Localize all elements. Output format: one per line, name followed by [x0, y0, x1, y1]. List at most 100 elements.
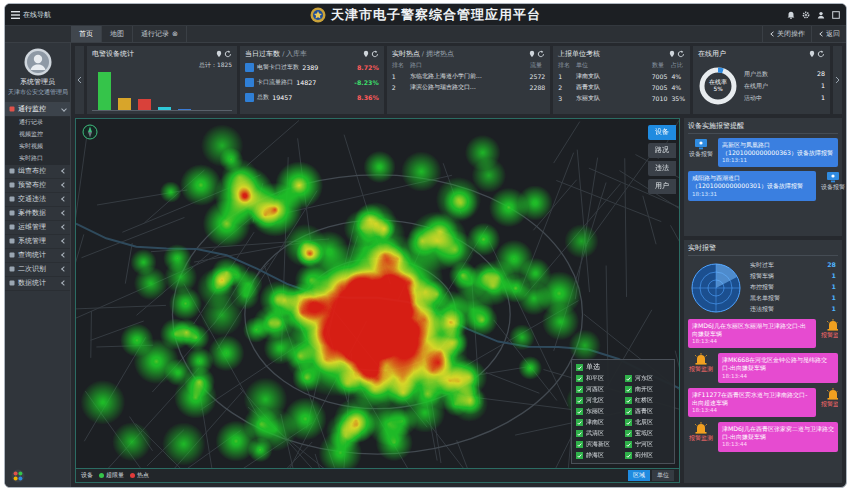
sidebar-item[interactable]: 案件数据	[5, 207, 70, 221]
district-option[interactable]: 静海区	[576, 451, 621, 460]
district-label[interactable]: 河北区	[586, 396, 604, 405]
sidebar-item-label[interactable]: 缉查布控	[18, 167, 59, 176]
district-option[interactable]: 宝坻区	[625, 429, 670, 438]
checkbox[interactable]	[625, 441, 632, 448]
checkbox[interactable]	[576, 364, 583, 371]
alert-text[interactable]: 咸阳路与西湖道口（1201000000000301）设备故障报警	[692, 174, 812, 190]
sidebar-subitem-label[interactable]: 实时视频	[19, 142, 43, 151]
sidebar-subitem-label[interactable]: 通行记录	[19, 118, 43, 127]
district-label[interactable]: 宁河区	[635, 440, 653, 449]
alarm-text[interactable]: 津F11277在西青区宾水道与卫津南路交口-出向超速车辆	[692, 391, 812, 407]
district-label[interactable]: 津南区	[586, 418, 604, 427]
sidebar-item-label[interactable]: 二次识别	[18, 265, 59, 274]
pin-icon[interactable]	[669, 50, 675, 58]
district-label[interactable]: 东丽区	[586, 407, 604, 416]
sidebar-item[interactable]: 预警布控	[5, 179, 70, 193]
district-option[interactable]: 河西区	[576, 385, 621, 394]
tab[interactable]: 地图	[102, 26, 133, 42]
checkbox[interactable]	[625, 375, 632, 382]
tab-action[interactable]: 返回	[811, 26, 846, 42]
tab[interactable]: 首页	[71, 26, 102, 42]
district-option[interactable]: 南开区	[625, 385, 670, 394]
sidebar-item[interactable]: 通行监控	[5, 103, 70, 117]
sidebar-item[interactable]: 查询统计	[5, 249, 70, 263]
tab-action-label[interactable]: 返回	[826, 30, 840, 39]
alarm-bubble[interactable]: 津MD6J几在西青区张家窝二道与卫津路交口-出向嫌疑车辆18:13:44	[718, 422, 838, 451]
district-option[interactable]: 北辰区	[625, 418, 670, 427]
alarm-text[interactable]: 津MD6J几在西青区张家窝二道与卫津路交口-出向嫌疑车辆	[722, 425, 834, 441]
alarm-bubble[interactable]: 津MD6J几在东丽区东丽湖与卫津路交口-出向嫌疑车辆18:13:44	[688, 319, 816, 348]
next-arrow-icon[interactable]	[835, 76, 840, 84]
district-option[interactable]: 津南区	[576, 418, 621, 427]
district-label[interactable]: 滨海新区	[586, 440, 610, 449]
sidebar-item[interactable]: 二次识别	[5, 263, 70, 277]
alert-bubble[interactable]: 高新区与凤凰路口（1201000000000363）设备故障报警18:13:11	[718, 138, 838, 167]
district-option[interactable]: 滨海新区	[576, 440, 621, 449]
district-option[interactable]: 东丽区	[576, 407, 621, 416]
district-option[interactable]: 宁河区	[625, 440, 670, 449]
district-label[interactable]: 西青区	[635, 407, 653, 416]
pin-icon[interactable]	[809, 50, 815, 58]
sidebar-item[interactable]: 系统管理	[5, 235, 70, 249]
district-label[interactable]: 宝坻区	[635, 429, 653, 438]
alarm-text[interactable]: 津MK668在河北区金钟公路与昆纬路交口-出向嫌疑车辆	[722, 356, 834, 372]
checkbox[interactable]	[625, 430, 632, 437]
next-arrow[interactable]	[833, 46, 842, 114]
sidebar-item-label[interactable]: 数据统计	[18, 279, 59, 288]
map-layer-button[interactable]: 违法	[648, 161, 676, 176]
district-label[interactable]: 河西区	[586, 385, 604, 394]
district-option[interactable]: 和平区	[576, 374, 621, 383]
district-label[interactable]: 和平区	[586, 374, 604, 383]
sidebar-item-label[interactable]: 交通违法	[18, 195, 59, 204]
checkbox[interactable]	[576, 430, 583, 437]
district-label[interactable]: 河东区	[635, 374, 653, 383]
alert-text[interactable]: 高新区与凤凰路口（1201000000000363）设备故障报警	[722, 141, 834, 157]
tab-label[interactable]: 地图	[110, 29, 124, 39]
map-layer-button[interactable]: 设备	[648, 125, 676, 140]
sidebar-item-label[interactable]: 运维管理	[18, 223, 59, 232]
map-layer-button[interactable]: 路况	[648, 143, 676, 158]
sidebar-item[interactable]: 数据统计	[5, 277, 70, 291]
district-option[interactable]: 武清区	[576, 429, 621, 438]
alarm-text[interactable]: 津MD6J几在东丽区东丽湖与卫津路交口-出向嫌疑车辆	[692, 322, 812, 338]
tab[interactable]: 通行记录⊗	[133, 26, 187, 42]
nav-label[interactable]: 在线导航	[23, 10, 51, 20]
map-footer-tab[interactable]: 区域	[628, 470, 650, 481]
sidebar-subitem[interactable]: 视频监控	[5, 129, 70, 141]
window-icon[interactable]	[832, 11, 840, 19]
district-option[interactable]: 蓟州区	[625, 451, 670, 460]
district-filter-title[interactable]: 单选	[586, 363, 600, 372]
checkbox[interactable]	[625, 452, 632, 459]
refresh-icon[interactable]	[817, 50, 825, 58]
sidebar-subitem-label[interactable]: 视频监控	[19, 130, 43, 139]
district-option[interactable]: 河东区	[625, 374, 670, 383]
refresh-icon[interactable]	[677, 50, 685, 58]
sidebar-item-label[interactable]: 预警布控	[18, 181, 59, 190]
district-option[interactable]: 红桥区	[625, 396, 670, 405]
checkbox[interactable]	[576, 441, 583, 448]
sidebar-item[interactable]: 运维管理	[5, 221, 70, 235]
prev-arrow-icon[interactable]	[77, 76, 82, 84]
sidebar-item-label[interactable]: 通行监控	[18, 105, 59, 114]
tab-close[interactable]: ⊗	[172, 30, 178, 38]
checkbox[interactable]	[625, 386, 632, 393]
map-layer-button[interactable]: 用户	[648, 179, 676, 194]
tab-label[interactable]: 首页	[79, 29, 93, 39]
district-label[interactable]: 南开区	[635, 385, 653, 394]
user-icon[interactable]	[817, 11, 825, 19]
checkbox[interactable]	[625, 419, 632, 426]
district-label[interactable]: 北辰区	[635, 418, 653, 427]
checkbox[interactable]	[576, 408, 583, 415]
alarm-bubble[interactable]: 津F11277在西青区宾水道与卫津南路交口-出向超速车辆18:13:44	[688, 388, 816, 417]
sidebar-subitem[interactable]: 通行记录	[5, 117, 70, 129]
sidebar-subitem[interactable]: 实时路口	[5, 153, 70, 165]
district-label[interactable]: 红桥区	[635, 396, 653, 405]
pin-icon[interactable]	[363, 50, 369, 58]
heat-map[interactable]: 设备路况违法用户单选和平区 河东区河西区 南开区河北区 红桥区东丽区 西青区津南区 北辰区…	[76, 119, 679, 468]
checkbox[interactable]	[625, 397, 632, 404]
sidebar-item-label[interactable]: 系统管理	[18, 237, 59, 246]
pin-icon[interactable]	[529, 50, 535, 58]
sidebar-subitem[interactable]: 实时视频	[5, 141, 70, 153]
sidebar-item-label[interactable]: 查询统计	[18, 251, 59, 260]
refresh-icon[interactable]	[224, 50, 232, 58]
